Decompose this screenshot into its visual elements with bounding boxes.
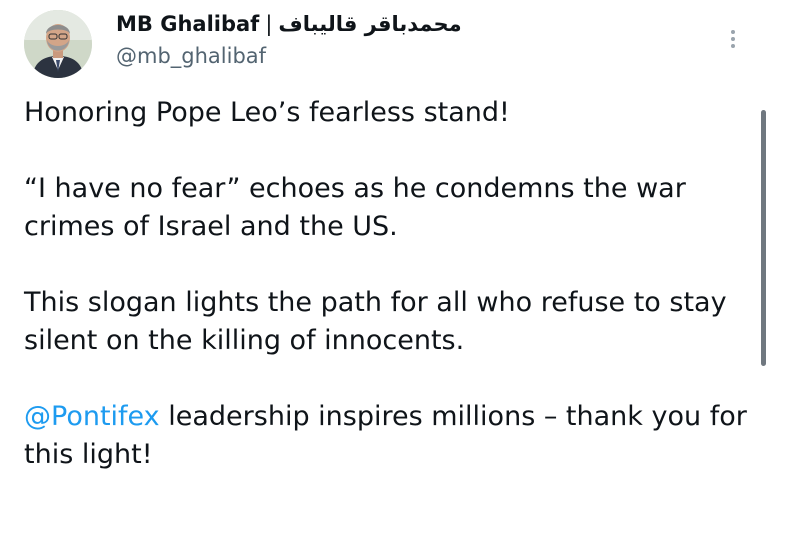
- author-display-name-arabic: محمدباقر قالیباف: [278, 12, 462, 36]
- scrollbar-thumb[interactable]: [761, 110, 766, 366]
- author-display-name: MB Ghalibaf: [116, 12, 260, 36]
- author-name-row[interactable]: MB Ghalibaf | محمدباقر قالیباف: [116, 10, 716, 38]
- author-block: MB Ghalibaf | محمدباقر قالیباف @mb_ghali…: [116, 10, 716, 68]
- tweet-text: Honoring Pope Leo’s fearless stand! “I h…: [24, 94, 754, 474]
- tweet-paragraph: Honoring Pope Leo’s fearless stand!: [24, 97, 510, 128]
- author-handle[interactable]: @mb_ghalibaf: [116, 44, 716, 68]
- more-dot: [731, 44, 735, 48]
- tweet-paragraph: “I have no fear” echoes as he condemns t…: [24, 173, 686, 242]
- more-vertical-icon: [731, 30, 735, 34]
- name-separator: |: [265, 12, 273, 36]
- person-portrait-icon: [24, 10, 92, 78]
- more-options-button[interactable]: [722, 24, 744, 54]
- mention-link[interactable]: @Pontifex: [24, 401, 160, 432]
- more-dot: [731, 37, 735, 41]
- tweet-paragraph: This slogan lights the path for all who …: [24, 287, 727, 356]
- avatar[interactable]: [24, 10, 92, 78]
- tweet-paragraph-final: @Pontifex leadership inspires millions –…: [24, 398, 754, 474]
- tweet-card: MB Ghalibaf | محمدباقر قالیباف @mb_ghali…: [0, 0, 800, 542]
